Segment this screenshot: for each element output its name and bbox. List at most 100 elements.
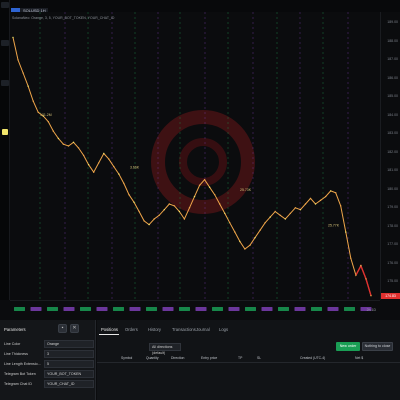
direction-filter[interactable]: All directions (default) (149, 343, 181, 355)
price-tick: 182.00 (387, 149, 398, 154)
trendline-icon[interactable] (1, 80, 9, 86)
menu-icon[interactable] (1, 2, 9, 8)
price-point (304, 203, 307, 205)
price-point (72, 141, 75, 143)
tab-history[interactable]: History (148, 327, 161, 332)
price-point (108, 158, 110, 160)
signal-badge (228, 307, 240, 311)
price-point (193, 195, 196, 198)
param-input[interactable]: YOUR_BOT_TOKEN (44, 370, 94, 378)
signal-badge (261, 307, 273, 311)
positions-table-header: Symbol Quantity Direction Entry price TP… (97, 355, 400, 363)
price-axis[interactable]: 189.00 188.00 187.00 186.00 185.00 184.00 183.… (380, 12, 400, 300)
param-input[interactable]: 5 (44, 360, 94, 368)
column-header[interactable]: SL (257, 356, 261, 360)
price-point (314, 203, 317, 205)
price-point (229, 222, 231, 224)
indicator-label[interactable]: SolanaNeo: Orange, 3, 5, YOUR_BOT_TOKEN,… (12, 16, 114, 20)
price-point (208, 186, 211, 188)
price-point (52, 130, 54, 132)
column-header[interactable]: Net $ (355, 356, 363, 360)
column-header[interactable]: TP (238, 356, 242, 360)
price-tick: 179.00 (387, 205, 398, 209)
signal-badge (80, 307, 91, 311)
signal-badge (113, 307, 124, 311)
signal-badge (129, 307, 141, 311)
price-chart-svg: 101.2M 3.66K 25.73K 25.77K (12, 12, 372, 300)
time-axis[interactable] (10, 300, 380, 320)
tab-positions[interactable]: Positions (101, 327, 118, 332)
highlight-icon[interactable] (2, 129, 8, 135)
tab-transactions[interactable]: Transactions (172, 327, 196, 332)
signal-badges (14, 307, 372, 311)
price-point (123, 182, 125, 185)
price-point (249, 244, 251, 246)
left-toolbar (0, 0, 10, 300)
price-point (274, 210, 276, 213)
price-point (77, 147, 80, 149)
price-point (148, 223, 150, 226)
price-point (324, 195, 327, 198)
price-point (319, 199, 322, 201)
price-point (188, 207, 191, 209)
param-input[interactable]: YOUR_CHAT_ID (44, 380, 94, 388)
price-chart[interactable]: 101.2M 3.66K 25.73K 25.77K (10, 12, 380, 300)
price-point (264, 222, 266, 224)
signal-badge (294, 307, 306, 311)
price-point (113, 165, 115, 168)
price-tick: 178.00 (387, 223, 398, 228)
chart-annotation: 25.73K (240, 188, 252, 192)
delete-icon[interactable]: ✕ (70, 324, 79, 333)
price-point (133, 201, 135, 203)
price-tick: 177.00 (387, 242, 398, 246)
price-point (360, 265, 362, 267)
price-tick: 186.00 (387, 75, 398, 80)
signal-badge (278, 307, 289, 311)
param-input[interactable]: Orange (44, 340, 94, 348)
price-point (12, 36, 14, 39)
price-point (370, 295, 372, 297)
watermark-logo (151, 110, 255, 214)
signal-badge (47, 307, 58, 311)
tab-orders[interactable]: Orders (125, 327, 138, 332)
price-point (158, 214, 160, 216)
param-input[interactable]: 3 (44, 350, 94, 358)
price-point (254, 237, 256, 239)
column-header[interactable]: Created (UTC-4) (300, 356, 325, 360)
signal-badge (344, 307, 355, 311)
price-point (309, 197, 312, 200)
save-icon[interactable]: ▪ (58, 324, 67, 333)
price-point (183, 218, 186, 220)
price-point (335, 192, 337, 194)
column-header[interactable]: Symbol (121, 356, 132, 360)
active-tab-indicator (99, 334, 119, 335)
price-point (103, 152, 105, 155)
tab-journal[interactable]: Journal (196, 327, 210, 332)
chart-annotation: 25.77K (328, 224, 340, 228)
trading-panel: Positions Orders History Transactions Jo… (97, 320, 400, 400)
price-point (365, 278, 367, 280)
signal-badge (212, 307, 223, 311)
new-order-button[interactable]: New order (336, 342, 360, 351)
tab-logs[interactable]: Logs (219, 327, 228, 332)
parameters-panel: Parameters ▪ ✕ Line Color Orange Line Th… (0, 320, 96, 400)
price-point (128, 194, 130, 196)
price-point (340, 205, 342, 207)
last-price-tag: 174.83 (381, 293, 400, 299)
price-point (289, 212, 291, 215)
price-tick: 180.00 (387, 186, 398, 191)
signal-badge (146, 307, 157, 311)
price-point (259, 229, 261, 231)
close-all-button[interactable]: Nothing to close (362, 342, 393, 351)
price-point (67, 145, 70, 147)
price-point (87, 164, 90, 166)
price-point (37, 111, 39, 114)
price-point (239, 240, 241, 243)
price-tick: 187.00 (387, 57, 398, 61)
column-header[interactable]: Direction (171, 356, 184, 360)
price-tick: 189.00 (387, 20, 398, 24)
column-header[interactable]: Entry price (201, 356, 217, 360)
crosshair-icon[interactable] (1, 40, 9, 46)
zoom-control[interactable]: 2h 1D (367, 308, 376, 312)
column-header[interactable]: Quantity (146, 356, 159, 360)
